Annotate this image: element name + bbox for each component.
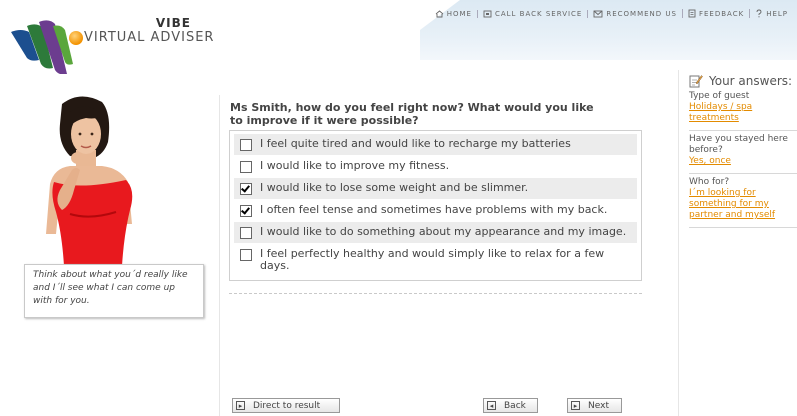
- option-recharge[interactable]: I feel quite tired and would like to rec…: [234, 134, 637, 155]
- next-button[interactable]: ▸ Next: [567, 398, 622, 413]
- back-label: Back: [504, 400, 526, 411]
- answer-value-link[interactable]: I´m looking for something for my partner…: [689, 188, 797, 221]
- header: HOME CALL BACK SERVICE RECOMMEND US FEED…: [0, 0, 797, 74]
- brand-top: VIBE: [155, 16, 191, 30]
- left-divider: [219, 95, 220, 416]
- option-label: I would like to improve my fitness.: [260, 159, 450, 172]
- answer-label: Type of guest: [689, 91, 750, 101]
- nav-feedback[interactable]: FEEDBACK: [681, 9, 749, 18]
- checkbox[interactable]: [240, 161, 252, 173]
- answers-title: Your answers:: [709, 74, 793, 88]
- document-icon: [688, 9, 696, 18]
- options-box: I feel quite tired and would like to rec…: [229, 130, 642, 281]
- brand-bottom: VIRTUAL ADVISER: [84, 30, 215, 45]
- nav-home-label: HOME: [446, 9, 472, 18]
- direct-label: Direct to result: [253, 400, 321, 411]
- logo-text: VIBE VIRTUAL ADVISER: [69, 16, 213, 46]
- home-icon: [435, 9, 444, 17]
- checkbox-checked[interactable]: [240, 183, 252, 195]
- next-label: Next: [588, 400, 609, 411]
- checkbox[interactable]: [240, 249, 252, 261]
- vibe-logo: [11, 20, 73, 74]
- notepad-pencil-icon: [689, 75, 703, 88]
- option-label: I feel perfectly healthy and would simpl…: [260, 247, 605, 272]
- checkbox[interactable]: [240, 139, 252, 151]
- nav-call-back-label: CALL BACK SERVICE: [494, 9, 583, 18]
- help-icon: [756, 9, 762, 18]
- checkbox[interactable]: [240, 227, 252, 239]
- option-label: I often feel tense and sometimes have pr…: [260, 203, 608, 216]
- nav-call-back-service[interactable]: CALL BACK SERVICE: [476, 9, 587, 18]
- nav-recommend-label: RECOMMEND US: [606, 9, 677, 18]
- envelope-icon: [593, 10, 603, 17]
- answer-item: Type of guest Holidays / spa treatments: [689, 88, 797, 131]
- arrow-right-icon: ▸: [571, 401, 580, 410]
- top-nav: HOME CALL BACK SERVICE RECOMMEND US FEED…: [430, 9, 793, 18]
- nav-help[interactable]: HELP: [749, 9, 793, 18]
- option-tense-back[interactable]: I often feel tense and sometimes have pr…: [234, 200, 637, 221]
- nav-help-label: HELP: [766, 9, 788, 18]
- right-divider: [678, 70, 679, 416]
- arrow-left-icon: ◂: [487, 401, 496, 410]
- option-fitness[interactable]: I would like to improve my fitness.: [234, 156, 637, 177]
- advisor-tip: Think about what you´d really like and I…: [24, 264, 204, 318]
- checkbox-checked[interactable]: [240, 205, 252, 217]
- answer-value-link[interactable]: Holidays / spa treatments: [689, 102, 797, 124]
- arrow-right-icon: ▸: [236, 401, 245, 410]
- answers-panel: Your answers: Type of guest Holidays / s…: [689, 74, 797, 228]
- answer-item: Who for? I´m looking for something for m…: [689, 174, 797, 228]
- orange-dot-icon: [69, 30, 83, 45]
- option-lose-weight[interactable]: I would like to lose some weight and be …: [234, 178, 637, 199]
- back-button[interactable]: ◂ Back: [483, 398, 538, 413]
- phone-icon: [483, 10, 492, 17]
- question-text: Ms Smith, how do you feel right now? Wha…: [230, 101, 594, 127]
- option-relax[interactable]: I feel perfectly healthy and would simpl…: [234, 244, 637, 276]
- answer-item: Have you stayed here before? Yes, once: [689, 131, 797, 174]
- answers-header: Your answers:: [689, 74, 797, 88]
- option-appearance[interactable]: I would like to do something about my ap…: [234, 222, 637, 243]
- answer-value-link[interactable]: Yes, once: [689, 156, 797, 167]
- brand-bottom-wrap: VIRTUAL ADVISER: [69, 30, 214, 45]
- nav-home[interactable]: HOME: [430, 10, 477, 18]
- advisor-avatar: [46, 96, 133, 266]
- answer-label: Who for?: [689, 177, 730, 187]
- nav-feedback-label: FEEDBACK: [698, 9, 745, 18]
- answer-label: Have you stayed here before?: [689, 134, 788, 155]
- nav-recommend-us[interactable]: RECOMMEND US: [587, 9, 682, 18]
- option-label: I would like to lose some weight and be …: [260, 181, 529, 194]
- option-label: I would like to do something about my ap…: [260, 225, 627, 238]
- option-label: I feel quite tired and would like to rec…: [260, 137, 571, 150]
- direct-to-result-button[interactable]: ▸ Direct to result: [232, 398, 340, 413]
- dashed-divider: [229, 293, 642, 294]
